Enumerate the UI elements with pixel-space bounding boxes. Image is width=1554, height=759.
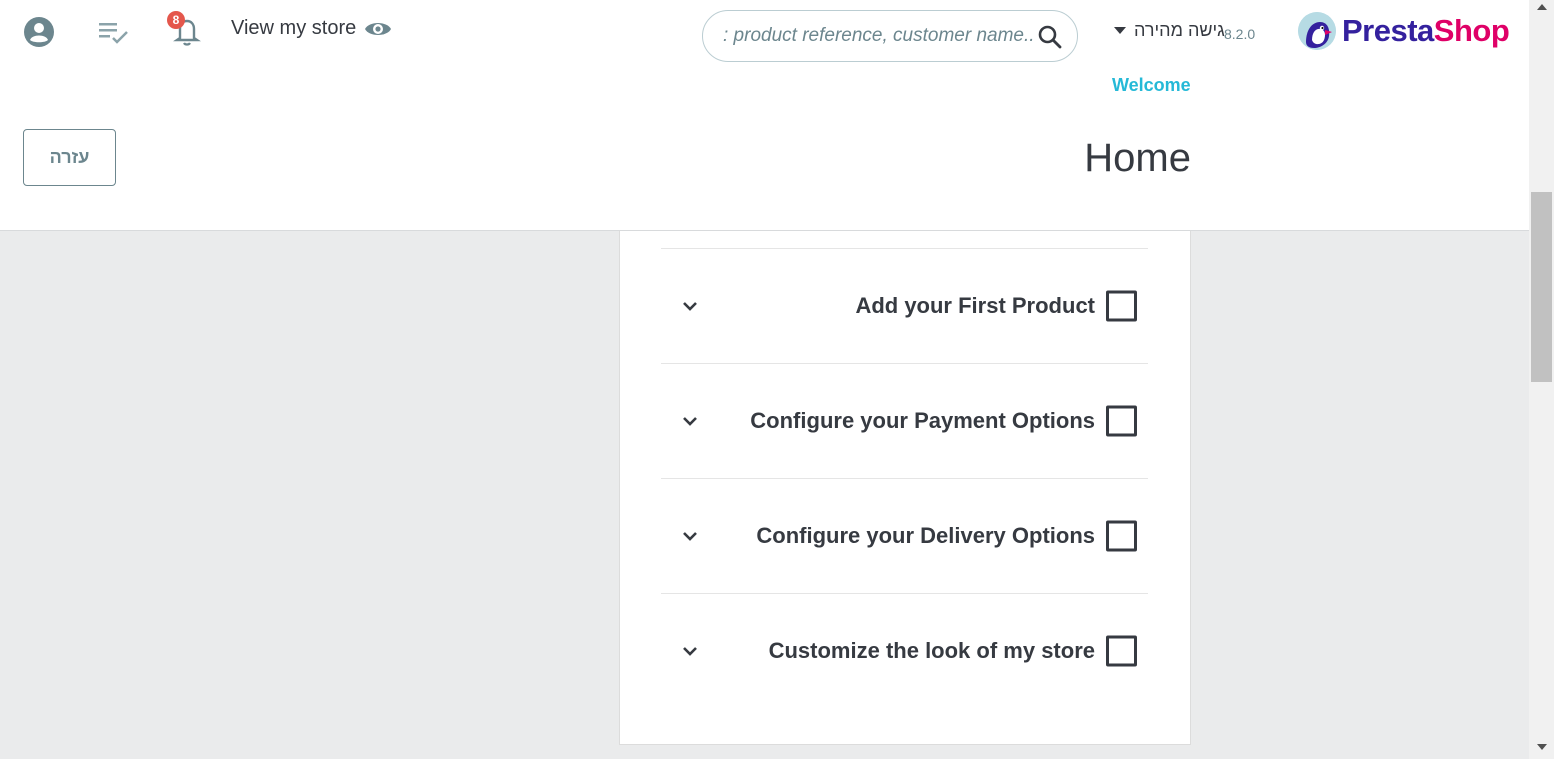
orders-check-icon[interactable] bbox=[97, 18, 131, 48]
caret-down-icon bbox=[1114, 27, 1126, 34]
user-account-icon[interactable] bbox=[22, 15, 56, 49]
checklist-step[interactable]: Configure your Delivery Options bbox=[661, 478, 1148, 593]
chevron-down-icon[interactable] bbox=[681, 527, 699, 545]
top-header: 8 View my store גישה מהירה 8.2.0 bbox=[0, 0, 1529, 231]
chevron-down-icon[interactable] bbox=[681, 412, 699, 430]
prestashop-logo[interactable]: PrestaShop bbox=[1298, 12, 1510, 50]
version-label: 8.2.0 bbox=[1224, 26, 1256, 42]
step-label: Configure your Delivery Options bbox=[756, 523, 1095, 548]
search-icon[interactable] bbox=[1037, 24, 1063, 50]
help-button[interactable]: עזרה bbox=[23, 129, 116, 186]
puffin-logo-icon bbox=[1298, 12, 1336, 50]
onboarding-checklist-card: Add your First Product Configure your Pa… bbox=[619, 231, 1191, 745]
checklist-step[interactable]: Configure your Payment Options bbox=[661, 363, 1148, 478]
notifications-count-badge: 8 bbox=[167, 11, 185, 29]
page-title: Home bbox=[1084, 136, 1191, 180]
header-search bbox=[702, 10, 1078, 62]
view-store-label: View my store bbox=[231, 17, 357, 39]
view-my-store-link[interactable]: View my store bbox=[231, 17, 392, 40]
scroll-down-arrow-icon[interactable] bbox=[1537, 744, 1547, 750]
step-checkbox[interactable] bbox=[1106, 520, 1137, 552]
logo-wordmark: PrestaShop bbox=[1342, 13, 1510, 48]
search-input[interactable] bbox=[723, 22, 1033, 50]
chevron-down-icon[interactable] bbox=[681, 297, 699, 315]
checklist-step[interactable]: Customize the look of my store bbox=[661, 593, 1148, 708]
step-checkbox[interactable] bbox=[1106, 290, 1137, 322]
welcome-breadcrumb[interactable]: Welcome bbox=[1112, 75, 1191, 96]
step-label: Configure your Payment Options bbox=[750, 408, 1095, 433]
step-label: Add your First Product bbox=[855, 293, 1095, 318]
quick-access-dropdown[interactable]: גישה מהירה bbox=[1114, 20, 1225, 41]
quick-access-label: גישה מהירה bbox=[1134, 20, 1225, 40]
step-checkbox[interactable] bbox=[1106, 635, 1137, 667]
step-checkbox[interactable] bbox=[1106, 405, 1137, 437]
chevron-down-icon[interactable] bbox=[681, 642, 699, 660]
step-label: Customize the look of my store bbox=[768, 638, 1095, 663]
scrollbar-thumb[interactable] bbox=[1531, 192, 1552, 382]
scroll-up-arrow-icon[interactable] bbox=[1537, 4, 1547, 10]
page-scrollbar[interactable] bbox=[1529, 0, 1554, 759]
eye-icon bbox=[365, 22, 392, 35]
checklist-step[interactable]: Add your First Product bbox=[661, 248, 1148, 363]
